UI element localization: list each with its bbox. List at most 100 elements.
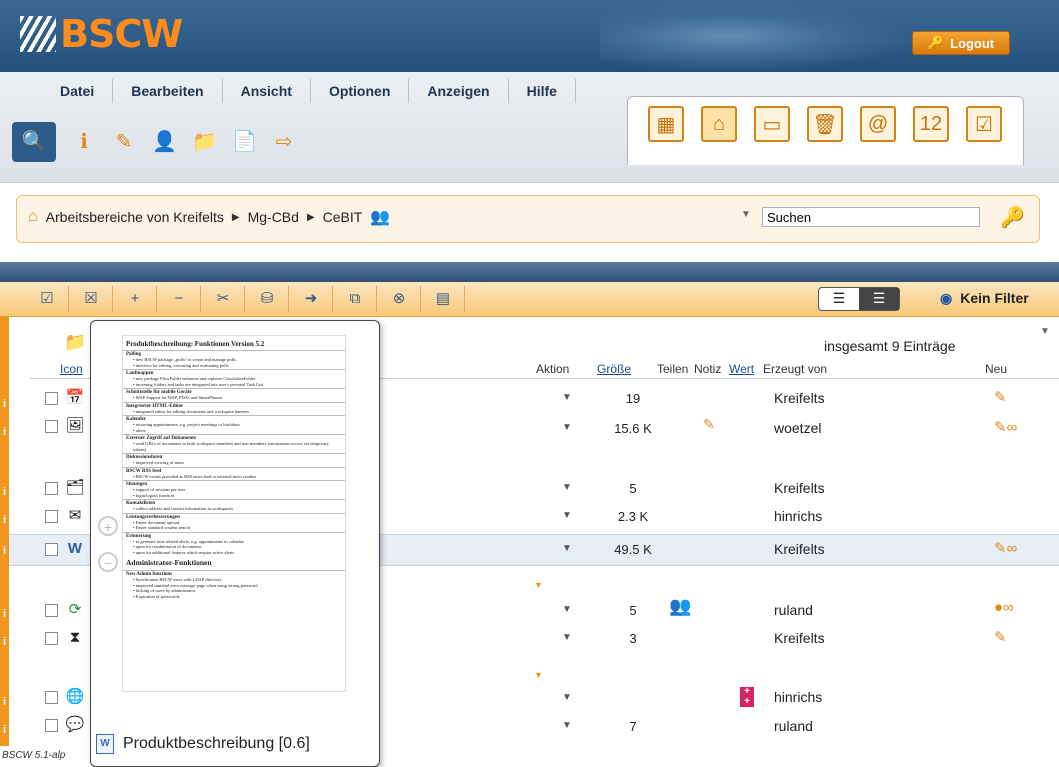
action-dropdown-icon[interactable]: ▼	[562, 510, 572, 521]
menu-ansicht[interactable]: Ansicht	[223, 79, 311, 103]
navigator-icon[interactable]: 🔍	[12, 122, 56, 162]
creator[interactable]: Kreifelts	[774, 390, 825, 406]
menu-datei[interactable]: Datei	[42, 79, 114, 103]
calendar-icon[interactable]: 📅	[65, 388, 85, 408]
creator[interactable]: Kreifelts	[774, 630, 825, 646]
note-icon[interactable]: ✉	[65, 506, 85, 526]
archive-icon[interactable]: ⛁	[256, 288, 278, 310]
col-wert[interactable]: Wert	[729, 362, 754, 376]
hourglass-icon[interactable]: ⧗	[65, 628, 85, 648]
trash-icon[interactable]: 🗑	[807, 106, 843, 142]
action-dropdown-icon[interactable]: ▼	[562, 632, 572, 643]
search-icon[interactable]: 🔑	[1000, 205, 1025, 230]
filter-selector[interactable]: ◉ Kein Filter	[940, 290, 1029, 307]
detail-view-icon[interactable]: ☰	[859, 288, 899, 310]
action-dropdown-icon[interactable]: ▼	[562, 482, 572, 493]
select-all-icon[interactable]: ☑	[36, 288, 58, 310]
row-checkbox[interactable]	[45, 392, 58, 405]
breadcrumb-item[interactable]: Mg-CBd	[248, 209, 299, 225]
row-checkbox[interactable]	[45, 691, 58, 704]
row-checkbox[interactable]	[45, 510, 58, 523]
cut-icon[interactable]: ✂	[212, 288, 234, 310]
info-icon[interactable]: i	[0, 692, 9, 712]
info-icon[interactable]: i	[0, 720, 9, 740]
portal-icon[interactable]: ▦	[648, 106, 684, 142]
new-folder-icon[interactable]: 📁	[192, 130, 217, 154]
new-document-icon[interactable]: 📄	[232, 130, 257, 154]
action-dropdown-icon[interactable]: ▼	[562, 422, 572, 433]
creator[interactable]: woetzel	[774, 420, 821, 436]
address-book-icon[interactable]: @	[860, 106, 896, 142]
creator[interactable]: ruland	[774, 602, 813, 618]
logout-button[interactable]: 🔑 Logout	[912, 31, 1010, 55]
logout-label: Logout	[950, 35, 995, 51]
creator[interactable]: hinrichs	[774, 689, 822, 705]
more-chevron-icon[interactable]: ▼	[534, 670, 543, 680]
breadcrumb-item[interactable]: Arbeitsbereiche von Kreifelts	[46, 209, 224, 225]
parent-folder-icon[interactable]: 📁	[64, 332, 86, 353]
copy-icon[interactable]: ⧉	[344, 288, 366, 310]
info-icon[interactable]: i	[0, 510, 9, 530]
creator[interactable]: Kreifelts	[774, 480, 825, 496]
properties-icon[interactable]: ▤	[432, 288, 454, 310]
delete-icon[interactable]: ⊗	[388, 288, 410, 310]
link-icon[interactable]: 🌐	[65, 687, 85, 707]
doc-bullet: • WAP Support for WAP, PDAs and SmartPho…	[133, 395, 223, 400]
info-icon[interactable]: ℹ	[72, 130, 96, 154]
tasks-icon[interactable]: ☑	[966, 106, 1002, 142]
zoom-out-icon[interactable]: −	[98, 552, 118, 572]
deselect-all-icon[interactable]: ☒	[80, 288, 102, 310]
search-scope-dropdown-icon[interactable]: ▼	[741, 209, 751, 220]
row-checkbox[interactable]	[45, 632, 58, 645]
menu-anzeigen[interactable]: Anzeigen	[409, 79, 509, 103]
add-member-icon[interactable]: 👤	[152, 130, 177, 154]
word-doc-icon[interactable]: W	[65, 539, 85, 559]
export-icon[interactable]: ⇨	[272, 130, 296, 154]
menu-bearbeiten[interactable]: Bearbeiten	[113, 79, 223, 103]
menu-optionen[interactable]: Optionen	[311, 79, 410, 103]
row-checkbox[interactable]	[45, 604, 58, 617]
compact-view-icon[interactable]: ☰	[819, 288, 859, 310]
info-icon[interactable]: i	[0, 632, 9, 652]
row-checkbox[interactable]	[45, 719, 58, 732]
contacts-icon[interactable]: 🗂	[65, 478, 85, 498]
creator[interactable]: ruland	[774, 718, 813, 734]
more-chevron-icon[interactable]: ▼	[534, 580, 543, 590]
creator[interactable]: hinrichs	[774, 508, 822, 524]
action-dropdown-icon[interactable]: ▼	[562, 604, 572, 615]
info-icon[interactable]: i	[0, 482, 9, 502]
view-toggle[interactable]: ☰ ☰	[818, 287, 900, 311]
info-icon[interactable]: i	[0, 394, 9, 414]
info-icon[interactable]: i	[0, 604, 9, 624]
calendar-icon[interactable]: 12	[913, 106, 949, 142]
list-menu-chevron-icon[interactable]: ▼	[1040, 326, 1050, 337]
note-pin-icon[interactable]: ✎	[703, 416, 715, 433]
zoom-in-icon[interactable]: +	[98, 516, 118, 536]
expand-icon[interactable]: +	[124, 288, 146, 310]
move-icon[interactable]: ➜	[300, 288, 322, 310]
action-dropdown-icon[interactable]: ▼	[562, 392, 572, 403]
collapse-icon[interactable]: −	[168, 288, 190, 310]
action-dropdown-icon[interactable]: ▼	[562, 720, 572, 731]
chat-icon[interactable]: 💬	[65, 715, 85, 735]
row-checkbox[interactable]	[45, 420, 58, 433]
home-icon[interactable]: ⌂	[701, 106, 737, 142]
menu-hilfe[interactable]: Hilfe	[509, 79, 576, 103]
sync-icon[interactable]: ⟳	[65, 600, 85, 620]
image-icon[interactable]: 🖼	[65, 416, 85, 436]
col-icon[interactable]: Icon	[60, 362, 83, 376]
breadcrumb-item[interactable]: CeBIT	[323, 209, 363, 225]
col-groesse[interactable]: Größe	[597, 362, 631, 376]
clipboard-icon[interactable]: ▭	[754, 106, 790, 142]
rating-icon[interactable]: + +	[740, 687, 754, 707]
info-icon[interactable]: i	[0, 422, 9, 442]
search-input[interactable]	[762, 207, 980, 227]
creator[interactable]: Kreifelts	[774, 541, 825, 557]
edit-pencil-icon[interactable]: ✎	[112, 130, 136, 154]
row-checkbox[interactable]	[45, 482, 58, 495]
shared-users-icon[interactable]: 👥	[669, 596, 691, 617]
action-dropdown-icon[interactable]: ▼	[562, 692, 572, 703]
info-icon[interactable]: i	[0, 541, 9, 561]
row-checkbox[interactable]	[45, 543, 58, 556]
action-dropdown-icon[interactable]: ▼	[562, 543, 572, 554]
